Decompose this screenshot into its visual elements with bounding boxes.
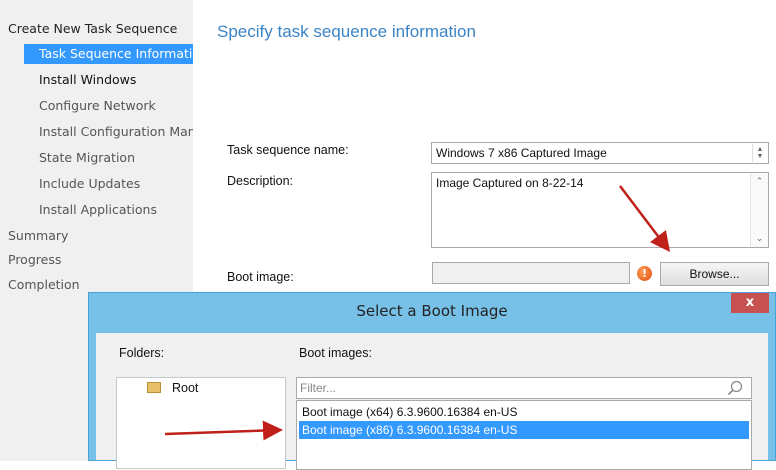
arrow-to-boot-image-icon bbox=[164, 420, 283, 441]
annotation-arrows-overlay bbox=[164, 420, 283, 441]
